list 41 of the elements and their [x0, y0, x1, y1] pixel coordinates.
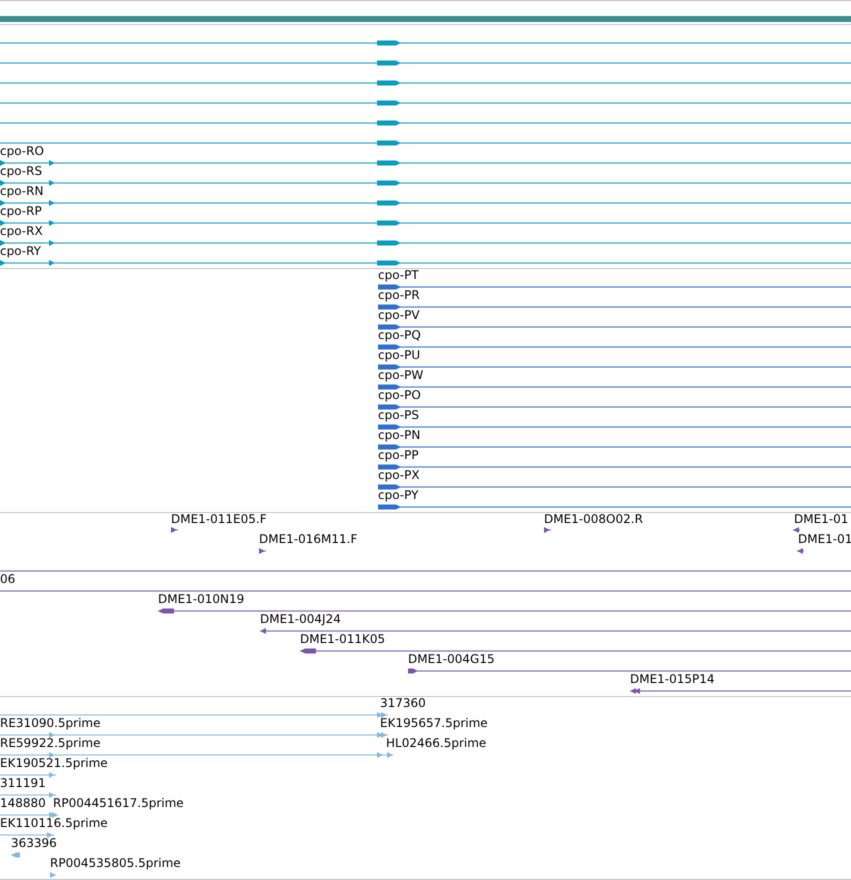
feature-label: DME1-010N19 — [158, 592, 244, 606]
feature-label: DME1-01 — [794, 512, 848, 526]
feature-label: RP004451617.5prime — [53, 796, 184, 810]
feature-label: RP004535805.5prime — [50, 856, 181, 870]
feature-label: cpo-PY — [378, 488, 418, 502]
feature-label: 148880 — [0, 796, 46, 810]
feature-label: EK195657.5prime — [380, 716, 488, 730]
feature-label: cpo-RN — [0, 184, 44, 198]
feature-label: cpo-PN — [378, 428, 420, 442]
feature-label: HL02466.5prime — [386, 736, 486, 750]
feature-label: DME1-015P14 — [630, 672, 715, 686]
feature-label: 311191 — [0, 776, 46, 790]
feature-label: RE59922.5prime — [0, 736, 100, 750]
feature-label: cpo-PQ — [378, 328, 421, 342]
feature-label: RE31090.5prime — [0, 716, 100, 730]
feature-label: 317360 — [380, 696, 426, 710]
feature-label: EK110116.5prime — [0, 816, 108, 830]
feature-label: cpo-RY — [0, 244, 42, 258]
feature-label: cpo-RO — [0, 144, 44, 158]
feature-label: cpo-RS — [0, 164, 42, 178]
feature-label: cpo-PV — [378, 308, 420, 322]
feature-label: cpo-PR — [378, 288, 420, 302]
feature-label: DME1-01 — [798, 532, 851, 546]
feature-label: cpo-PS — [378, 408, 419, 422]
feature-label: DME1-008O02.R — [544, 512, 643, 526]
feature-label: DME1-011K05 — [300, 632, 386, 646]
feature-label: 06 — [0, 572, 16, 586]
feature-label: cpo-PX — [378, 468, 420, 482]
feature-label: DME1-011E05.F — [171, 512, 267, 526]
feature-label: cpo-PT — [378, 268, 419, 282]
feature-label: DME1-004J24 — [260, 612, 341, 626]
feature-label: DME1-016M11.F — [259, 532, 358, 546]
feature-label: cpo-RP — [0, 204, 42, 218]
feature-label: 363396 — [11, 836, 57, 850]
feature-label: cpo-PO — [378, 388, 421, 402]
feature-label: cpo-PU — [378, 348, 420, 362]
feature-label: cpo-PP — [378, 448, 419, 462]
feature-label: cpo-PW — [378, 368, 424, 382]
feature-label: cpo-RX — [0, 224, 43, 238]
feature-label: DME1-004G15 — [408, 652, 495, 666]
feature-label: EK190521.5prime — [0, 756, 108, 770]
